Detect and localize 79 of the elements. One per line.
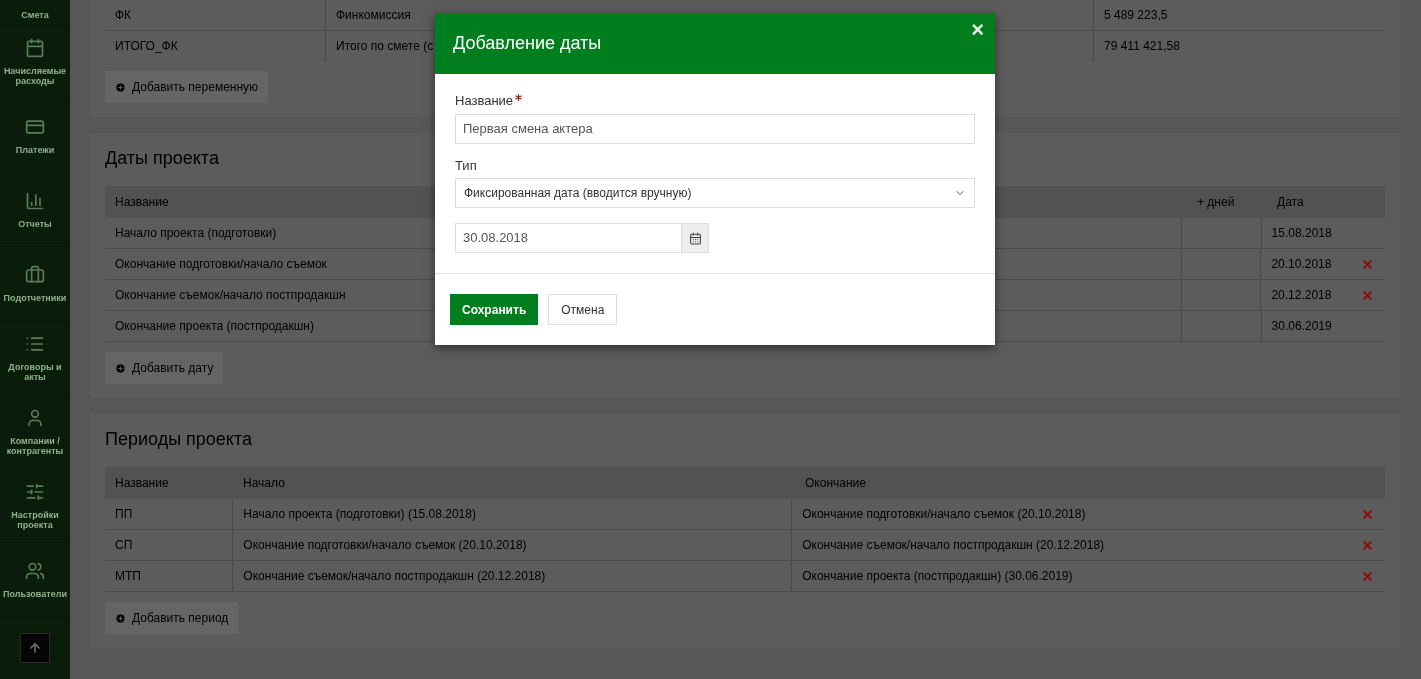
bar-chart-icon — [25, 190, 45, 211]
field-label: Тип — [455, 156, 477, 175]
plus-icon — [115, 81, 126, 93]
plus-icon — [115, 362, 126, 374]
table-cell-text: Начало проекта (подготовки) — [115, 225, 277, 242]
briefcase-icon — [25, 264, 45, 285]
table-cell-text: ФК — [115, 7, 132, 24]
add-button[interactable]: Добавить переменную — [105, 71, 269, 103]
table-cell-text: Окончание съемок/начало постпродакшн (20.12.2018) — [243, 568, 546, 585]
table-cell-text: ИТОГО_ФК — [115, 38, 178, 55]
column-header: Начало — [243, 476, 285, 490]
delete-icon[interactable] — [1361, 569, 1374, 583]
add-button[interactable]: Добавить период — [105, 602, 239, 634]
column-header: Дата — [1277, 195, 1304, 209]
type-select[interactable]: Фиксированная дата (вводится вручную) — [455, 178, 975, 208]
save-button[interactable]: Сохранить — [450, 294, 539, 325]
sidebar-item[interactable]: Отчеты — [0, 173, 70, 247]
sidebar-label: Отчеты — [18, 218, 52, 229]
user-icon — [25, 407, 45, 428]
section-title: Периоды проекта — [105, 428, 252, 451]
table-cell-text: Окончание проекта (постпродакшн) (30.06.2019) — [802, 568, 1073, 585]
sidebar-label: Компании / контрагенты — [5, 435, 65, 456]
table-cell-text: МТП — [115, 568, 141, 585]
scroll-top-button[interactable] — [20, 633, 50, 663]
table-cell-text: 15.08.2018 — [1271, 225, 1332, 242]
sidebar-item[interactable]: Платежи — [0, 99, 70, 173]
table-cell-text: 20.10.2018 — [1271, 256, 1332, 273]
close-button[interactable]: × — [971, 19, 984, 41]
calendar-button[interactable] — [681, 224, 708, 252]
cancel-button[interactable]: Отмена — [548, 294, 618, 325]
table-cell-text: 30.06.2019 — [1271, 318, 1332, 335]
delete-icon[interactable] — [1361, 538, 1374, 552]
arrow-up-icon — [28, 641, 42, 655]
table-cell-text: 5 489 223,5 — [1104, 7, 1168, 24]
table-cell-text: Начало проекта (подготовки) (15.08.2018) — [243, 506, 476, 523]
table-cell-text: Окончание съемок/начало постпродакшн — [115, 287, 346, 304]
column-header: Название — [115, 476, 169, 490]
sidebar-item[interactable]: Смета — [0, 0, 70, 25]
sidebar-item[interactable]: Договоры и акты — [0, 321, 70, 395]
table-cell-text: Окончание подготовки/начало съемок — [115, 256, 327, 273]
column-header: Название — [115, 195, 169, 209]
section-title: Даты проекта — [105, 147, 219, 170]
column-header: Окончание — [805, 476, 866, 490]
users-icon — [25, 560, 45, 581]
sidebar-item[interactable]: Подотчетники — [0, 247, 70, 321]
table-cell-text: СП — [115, 537, 133, 554]
sidebar-item[interactable]: Настройки проекта — [0, 469, 70, 543]
table-cell-text: Окончание подготовки/начало съемок (20.10.2018) — [802, 506, 1086, 523]
table-cell-text: Окончание подготовки/начало съемок (20.10.2018) — [243, 537, 527, 554]
calendar-icon — [688, 231, 702, 245]
delete-icon[interactable] — [1361, 288, 1374, 302]
sidebar-label: Начисляемые расходы — [3, 65, 67, 86]
sidebar-label: Смета — [21, 10, 49, 20]
sidebar-label: Подотчетники — [3, 292, 67, 303]
delete-icon[interactable] — [1361, 257, 1374, 271]
sliders-icon — [25, 481, 45, 502]
name-input[interactable]: Первая смена актера — [455, 113, 975, 144]
sidebar-label: Договоры и акты — [7, 361, 63, 382]
sidebar-label: Платежи — [15, 144, 55, 155]
add-button[interactable]: Добавить дату — [105, 352, 224, 384]
sidebar-item[interactable]: Компании / контрагенты — [0, 395, 70, 469]
plus-icon — [115, 612, 126, 624]
table-cell-text: 79 411 421,58 — [1104, 38, 1180, 55]
sidebar-item[interactable]: Начисляемые расходы — [0, 25, 70, 99]
table-cell-text: 20.12.2018 — [1271, 287, 1332, 304]
table-cell-text: ПП — [115, 506, 133, 523]
sidebar-label: Пользователи — [3, 588, 67, 599]
table-cell-text: Окончание съемок/начало постпродакшн (20.12.2018) — [802, 537, 1105, 554]
field-label: Название — [455, 92, 514, 110]
date-field[interactable]: 30.08.2018 — [455, 223, 709, 253]
delete-icon[interactable] — [1361, 507, 1374, 521]
table-cell-text: Итого по смете (с — [336, 38, 434, 55]
table-cell-text: Финкомиссия — [336, 7, 411, 24]
table-cell-text: Окончание проекта (постпродакшн) — [115, 318, 314, 335]
calendar-icon — [25, 37, 45, 58]
column-header: + дней — [1197, 195, 1235, 209]
dialog-title: Добавление даты — [453, 32, 602, 55]
sidebar-label: Настройки проекта — [10, 509, 60, 530]
sidebar-item[interactable]: Пользователи — [0, 543, 70, 617]
